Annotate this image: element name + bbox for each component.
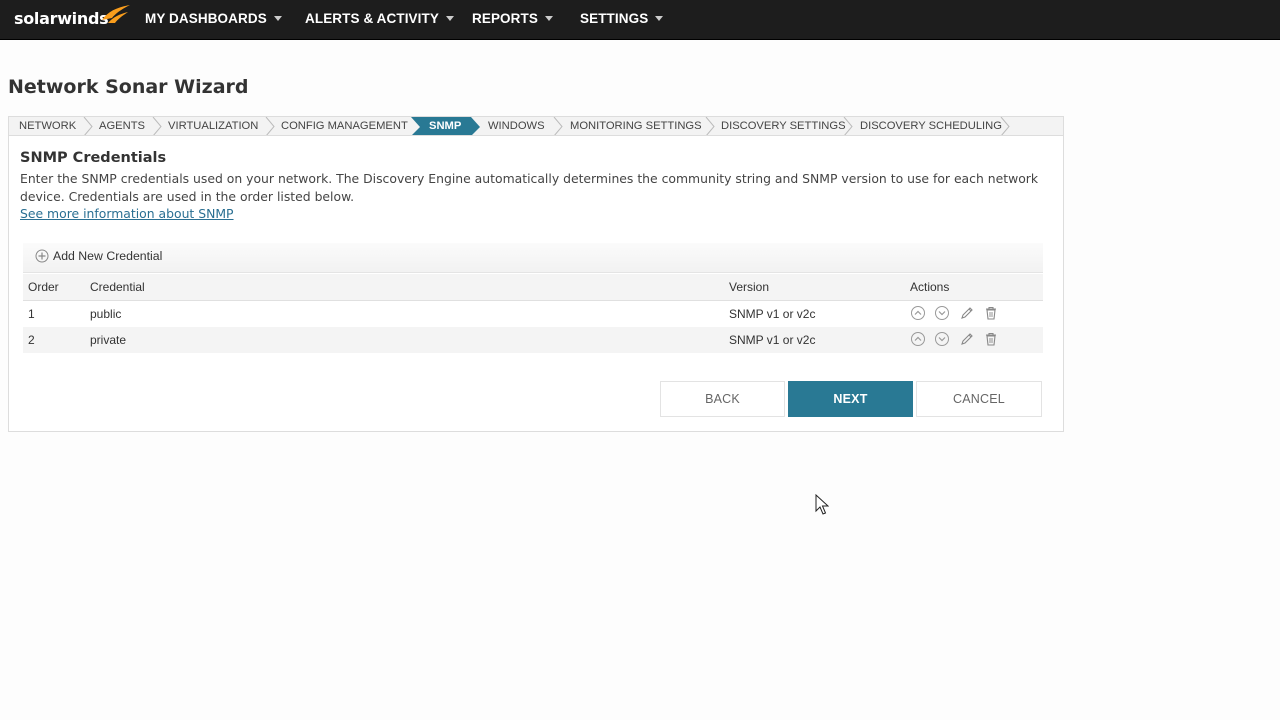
nav-label: MY DASHBOARDS bbox=[145, 11, 267, 26]
flame-logo-icon bbox=[102, 5, 130, 23]
nav-label: SETTINGS bbox=[580, 11, 649, 26]
step-discovery-settings[interactable]: DISCOVERY SETTINGS bbox=[721, 117, 846, 136]
next-button[interactable]: NEXT bbox=[788, 381, 913, 417]
row-credential: public bbox=[90, 307, 122, 321]
move-up-icon[interactable] bbox=[910, 331, 926, 347]
nav-settings[interactable]: SETTINGS bbox=[580, 11, 664, 26]
step-windows[interactable]: WINDOWS bbox=[488, 117, 545, 136]
step-network[interactable]: NETWORK bbox=[19, 117, 76, 136]
back-button[interactable]: BACK bbox=[660, 381, 785, 417]
row-actions bbox=[910, 305, 1003, 321]
caret-down-icon bbox=[544, 15, 553, 21]
row-order: 2 bbox=[28, 333, 35, 347]
credentials-table: Order Credential Version Actions 1 publi… bbox=[23, 274, 1043, 353]
step-separator-icon bbox=[705, 117, 715, 136]
wizard-steps: NETWORK AGENTS VIRTUALIZATION CONFIG MAN… bbox=[8, 116, 1064, 136]
edit-pencil-icon[interactable] bbox=[959, 305, 975, 321]
row-credential: private bbox=[90, 333, 127, 347]
solarwinds-logo[interactable]: solarwinds bbox=[14, 5, 130, 31]
row-version: SNMP v1 or v2c bbox=[729, 307, 816, 321]
cancel-button[interactable]: CANCEL bbox=[916, 381, 1042, 417]
column-header-version[interactable]: Version bbox=[729, 280, 769, 294]
step-separator-icon bbox=[152, 117, 162, 136]
logo-text: solarwinds bbox=[14, 9, 109, 28]
step-snmp[interactable]: SNMP bbox=[411, 117, 481, 136]
step-separator-icon bbox=[265, 117, 275, 136]
step-separator-icon bbox=[553, 117, 563, 136]
column-header-order[interactable]: Order bbox=[28, 280, 59, 294]
step-separator-icon bbox=[843, 117, 853, 136]
delete-trash-icon[interactable] bbox=[983, 305, 999, 321]
add-credential-button[interactable]: Add New Credential bbox=[35, 249, 162, 264]
plus-circle-icon bbox=[35, 249, 49, 263]
column-header-credential[interactable]: Credential bbox=[90, 280, 145, 294]
step-virtualization[interactable]: VIRTUALIZATION bbox=[168, 117, 258, 136]
step-config-management[interactable]: CONFIG MANAGEMENT bbox=[281, 117, 408, 136]
step-discovery-scheduling[interactable]: DISCOVERY SCHEDULING bbox=[860, 117, 1002, 136]
mouse-pointer-icon bbox=[815, 494, 829, 515]
snmp-panel: SNMP Credentials Enter the SNMP credenti… bbox=[8, 135, 1064, 432]
column-header-actions: Actions bbox=[910, 280, 950, 294]
page-title: Network Sonar Wizard bbox=[8, 76, 249, 98]
step-separator-icon bbox=[1000, 117, 1010, 136]
caret-down-icon bbox=[445, 15, 454, 21]
nav-alerts-activity[interactable]: ALERTS & ACTIVITY bbox=[305, 11, 454, 26]
top-nav-bar: solarwinds MY DASHBOARDS ALERTS & ACTIVI… bbox=[0, 0, 1280, 40]
step-agents[interactable]: AGENTS bbox=[99, 117, 145, 136]
delete-trash-icon[interactable] bbox=[983, 331, 999, 347]
table-row[interactable]: 1 public SNMP v1 or v2c bbox=[23, 301, 1043, 327]
step-separator-icon bbox=[83, 117, 93, 136]
row-actions bbox=[910, 331, 1003, 347]
section-description: Enter the SNMP credentials used on your … bbox=[20, 171, 1039, 204]
row-version: SNMP v1 or v2c bbox=[729, 333, 816, 347]
nav-label: ALERTS & ACTIVITY bbox=[305, 11, 439, 26]
table-row[interactable]: 2 private SNMP v1 or v2c bbox=[23, 327, 1043, 353]
edit-pencil-icon[interactable] bbox=[959, 331, 975, 347]
snmp-info-link[interactable]: See more information about SNMP bbox=[20, 206, 234, 221]
row-order: 1 bbox=[28, 307, 35, 321]
nav-my-dashboards[interactable]: MY DASHBOARDS bbox=[145, 11, 282, 26]
table-header: Order Credential Version Actions bbox=[23, 274, 1043, 301]
move-down-icon[interactable] bbox=[934, 305, 950, 321]
caret-down-icon bbox=[273, 15, 282, 21]
add-credential-label: Add New Credential bbox=[53, 249, 163, 263]
move-down-icon[interactable] bbox=[934, 331, 950, 347]
section-title: SNMP Credentials bbox=[20, 150, 167, 166]
step-monitoring-settings[interactable]: MONITORING SETTINGS bbox=[570, 117, 702, 136]
nav-label: REPORTS bbox=[472, 11, 538, 26]
move-up-icon[interactable] bbox=[910, 305, 926, 321]
credential-toolbar: Add New Credential bbox=[23, 243, 1043, 273]
nav-reports[interactable]: REPORTS bbox=[472, 11, 553, 26]
caret-down-icon bbox=[655, 15, 664, 21]
